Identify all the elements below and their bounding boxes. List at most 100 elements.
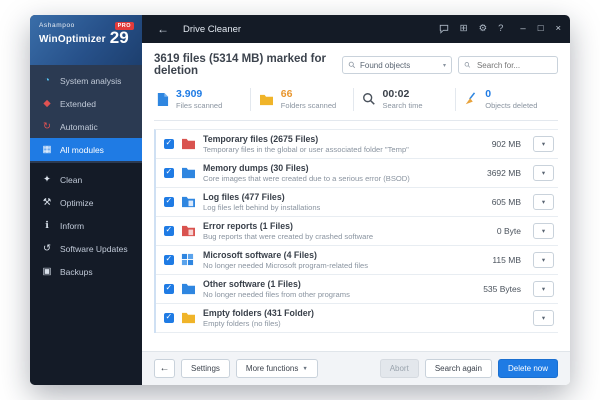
other-software-icon — [181, 282, 196, 295]
row-description: Core images that were created due to a s… — [203, 173, 410, 183]
widgets-icon[interactable]: ⊞ — [460, 24, 468, 34]
modules-grid-icon: ▦ — [42, 143, 52, 155]
empty-folders-icon — [181, 311, 196, 324]
gear-icon[interactable]: ⚙ — [479, 24, 488, 34]
list-item-temporary-files[interactable]: Temporary files (2675 Files) Temporary f… — [156, 129, 558, 159]
gauge-icon: ◔ — [44, 74, 50, 86]
log-files-icon — [181, 195, 196, 208]
list-item-microsoft-software[interactable]: Microsoft software (4 Files) No longer n… — [156, 245, 558, 275]
row-size: 115 MB — [492, 254, 521, 265]
stat-value: 00:02 — [382, 88, 410, 100]
sidebar-item-optimize[interactable]: ⚒ Optimize — [30, 191, 142, 214]
row-expand-button[interactable]: ▾ — [533, 309, 554, 326]
feedback-icon[interactable] — [439, 24, 449, 34]
row-description: Temporary files in the global or user as… — [203, 144, 409, 154]
sidebar-item-inform[interactable]: ℹ Inform — [30, 214, 142, 237]
minimize-icon[interactable]: – — [520, 24, 525, 34]
row-checkbox[interactable] — [164, 254, 174, 265]
brand-logo: Ashampoo PRO WinOptimizer 29 — [30, 15, 142, 65]
row-checkbox[interactable] — [164, 283, 174, 294]
row-description: Bug reports that were created by crashed… — [203, 231, 374, 241]
microsoft-software-icon — [181, 253, 196, 266]
cleanup-category-list: Temporary files (2675 Files) Temporary f… — [154, 128, 558, 333]
search-input[interactable] — [474, 59, 552, 71]
automatic-refresh-icon: ↻ — [43, 120, 51, 132]
extended-icon: ◆ — [43, 97, 51, 109]
stat-folders-scanned: 66 Folders scanned — [249, 88, 353, 111]
sidebar-item-label: Automatic — [60, 121, 98, 132]
stat-files-scanned: 3.909 Files scanned — [154, 88, 250, 111]
list-item-other-software[interactable]: Other software (1 Files) No longer neede… — [156, 274, 558, 304]
sidebar-item-label: Inform — [60, 220, 85, 231]
abort-button[interactable]: Abort — [379, 359, 419, 378]
row-title: Other software (1 Files) — [203, 278, 301, 289]
app-window: Ashampoo PRO WinOptimizer 29 ◔ System an… — [30, 15, 570, 385]
sidebar-item-extended[interactable]: ◆ Extended — [30, 92, 142, 115]
row-checkbox[interactable] — [164, 196, 174, 207]
sidebar-item-software-updates[interactable]: ↺ Software Updates — [30, 237, 142, 260]
found-objects-value: Found objects — [360, 60, 411, 70]
row-expand-button[interactable]: ▾ — [533, 193, 554, 210]
settings-button[interactable]: Settings — [181, 359, 230, 378]
row-size: 535 Bytes — [483, 283, 521, 294]
row-title: Memory dumps (30 Files) — [203, 162, 309, 173]
more-functions-button[interactable]: More functions ▼ — [235, 359, 318, 378]
row-title: Empty folders (431 Folder) — [203, 307, 314, 318]
list-item-memory-dumps[interactable]: Memory dumps (30 Files) Core images that… — [156, 158, 558, 188]
row-title: Microsoft software (4 Files) — [203, 249, 317, 260]
search-again-button[interactable]: Search again — [424, 359, 492, 378]
row-description: No longer needed files from other progra… — [203, 289, 350, 299]
found-objects-dropdown[interactable]: Found objects ▾ — [342, 56, 452, 74]
list-item-empty-folders[interactable]: Empty folders (431 Folder) Empty folders… — [156, 303, 558, 333]
titlebar: ← Drive Cleaner ⊞ ⚙ ? – □ × — [142, 15, 570, 43]
chevron-down-icon: ▾ — [541, 198, 546, 206]
row-checkbox[interactable] — [164, 312, 174, 323]
back-arrow-icon[interactable]: ← — [151, 22, 175, 36]
row-size: 0 Byte — [496, 225, 521, 236]
search-icon — [362, 93, 375, 106]
maximize-icon[interactable]: □ — [538, 24, 544, 34]
row-size: 605 MB — [491, 196, 521, 207]
stat-value: 66 — [280, 88, 293, 100]
row-expand-button[interactable]: ▾ — [533, 280, 554, 297]
row-checkbox[interactable] — [164, 167, 174, 178]
heading-row: 3619 files (5314 MB) marked for deletion… — [154, 53, 558, 77]
content: 3619 files (5314 MB) marked for deletion… — [142, 43, 570, 351]
sidebar-item-label: Software Updates — [60, 243, 128, 254]
row-size: 3692 MB — [486, 167, 521, 178]
sidebar-item-automatic[interactable]: ↻ Automatic — [30, 115, 142, 138]
sidebar: Ashampoo PRO WinOptimizer 29 ◔ System an… — [30, 15, 142, 385]
sidebar-item-all-modules[interactable]: ▦ All modules — [30, 138, 142, 161]
list-item-error-reports[interactable]: Error reports (1 Files) Bug reports that… — [156, 216, 558, 246]
error-reports-icon — [181, 224, 196, 237]
more-functions-label: More functions — [245, 364, 299, 373]
close-icon[interactable]: × — [555, 24, 561, 34]
stat-objects-deleted: 0 Objects deleted — [455, 88, 558, 111]
sidebar-item-system-analysis[interactable]: ◔ System analysis — [30, 69, 142, 92]
list-item-log-files[interactable]: Log files (477 Files) Log files left beh… — [156, 187, 558, 217]
broom-icon — [466, 92, 476, 105]
help-icon[interactable]: ? — [498, 24, 503, 34]
row-size: 902 MB — [491, 138, 521, 149]
search-icon — [348, 61, 356, 69]
folder-icon — [259, 94, 273, 105]
stat-label: Search time — [382, 100, 423, 110]
sidebar-item-backups[interactable]: ▣ Backups — [30, 260, 142, 283]
row-expand-button[interactable]: ▾ — [533, 164, 554, 181]
row-checkbox[interactable] — [164, 225, 174, 236]
scan-stats: 3.909 Files scanned 66 Folders scanned 0… — [154, 88, 558, 121]
row-expand-button[interactable]: ▾ — [533, 222, 554, 239]
row-expand-button[interactable]: ▾ — [533, 135, 554, 152]
chevron-down-icon: ▾ — [541, 169, 546, 177]
delete-now-button[interactable]: Delete now — [497, 359, 558, 378]
row-expand-button[interactable]: ▾ — [533, 251, 554, 268]
stat-value: 0 — [485, 88, 492, 100]
sidebar-item-clean[interactable]: ✦ Clean — [30, 168, 142, 191]
footer-back-button[interactable]: ← — [154, 359, 175, 378]
row-title: Log files (477 Files) — [203, 191, 285, 202]
broom-icon: ✦ — [43, 173, 51, 185]
search-box[interactable] — [458, 56, 558, 74]
chevron-down-icon: ▾ — [541, 314, 546, 322]
row-checkbox[interactable] — [164, 138, 174, 149]
info-icon: ℹ — [45, 219, 49, 231]
